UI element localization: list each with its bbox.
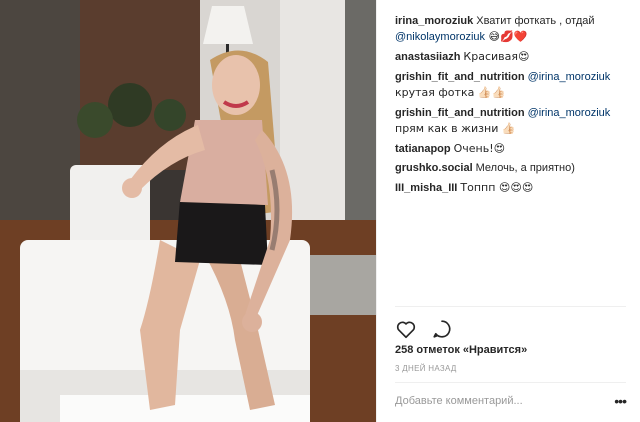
comment-text: Топпп 😍😍😍 bbox=[460, 181, 534, 194]
comments-panel: irina_moroziuk Хватит фоткать , отдай @ni… bbox=[376, 0, 640, 422]
comment-username[interactable]: tatianapop bbox=[395, 143, 451, 155]
heart-icon[interactable] bbox=[395, 318, 417, 340]
comment-username[interactable]: grushko.social bbox=[395, 162, 473, 174]
comment: grishin_fit_and_nutrition @irina_moroziuk… bbox=[395, 105, 626, 137]
more-icon[interactable]: ••• bbox=[614, 393, 627, 409]
post-photo[interactable] bbox=[0, 0, 376, 422]
comment-text: Очень!😍 bbox=[453, 142, 506, 155]
comment-text: Красивая😍 bbox=[463, 50, 530, 63]
comment-tail: крутая фотка 👍🏻👍🏻 bbox=[395, 86, 506, 99]
divider bbox=[395, 306, 626, 307]
comment-icon[interactable] bbox=[431, 318, 453, 340]
comment: irina_moroziuk Хватит фоткать , отдай @ni… bbox=[395, 14, 626, 45]
add-comment-row: ••• bbox=[395, 386, 627, 416]
comment-text: Мелочь, а приятно) bbox=[475, 162, 575, 174]
comment-tail: 😅💋❤️ bbox=[485, 30, 528, 43]
like-count[interactable]: 258 отметок «Нравится» bbox=[395, 344, 527, 356]
comment: tatianapop Очень!😍 bbox=[395, 141, 626, 157]
comment-username[interactable]: irina_moroziuk bbox=[395, 15, 473, 27]
comment: grushko.social Мелочь, а приятно) bbox=[395, 161, 626, 176]
comment-tail: прям как в жизни 👍🏻 bbox=[395, 122, 516, 135]
comment-username[interactable]: anastasiiazh bbox=[395, 51, 460, 63]
photo-illustration bbox=[0, 0, 376, 422]
add-comment-input[interactable] bbox=[395, 395, 595, 407]
action-bar bbox=[395, 318, 453, 340]
comment-username[interactable]: III_misha_III bbox=[395, 182, 457, 194]
comment-username[interactable]: grishin_fit_and_nutrition bbox=[395, 71, 525, 83]
comment-mention[interactable]: @irina_moroziuk bbox=[528, 107, 611, 119]
divider bbox=[395, 382, 626, 383]
post-time[interactable]: 3 ДНЕЙ НАЗАД bbox=[395, 364, 457, 373]
comment-username[interactable]: grishin_fit_and_nutrition bbox=[395, 107, 525, 119]
comment-mention[interactable]: @irina_moroziuk bbox=[528, 71, 611, 83]
comment-text: Хватит фоткать , отдай bbox=[476, 15, 595, 27]
comment-list: irina_moroziuk Хватит фоткать , отдай @ni… bbox=[395, 14, 626, 200]
post-view: irina_moroziuk Хватит фоткать , отдай @ni… bbox=[0, 0, 640, 422]
comment: III_misha_III Топпп 😍😍😍 bbox=[395, 180, 626, 196]
comment-mention[interactable]: @nikolaymoroziuk bbox=[395, 31, 485, 43]
comment: anastasiiazh Красивая😍 bbox=[395, 49, 626, 65]
comment: grishin_fit_and_nutrition @irina_moroziuk… bbox=[395, 69, 626, 101]
